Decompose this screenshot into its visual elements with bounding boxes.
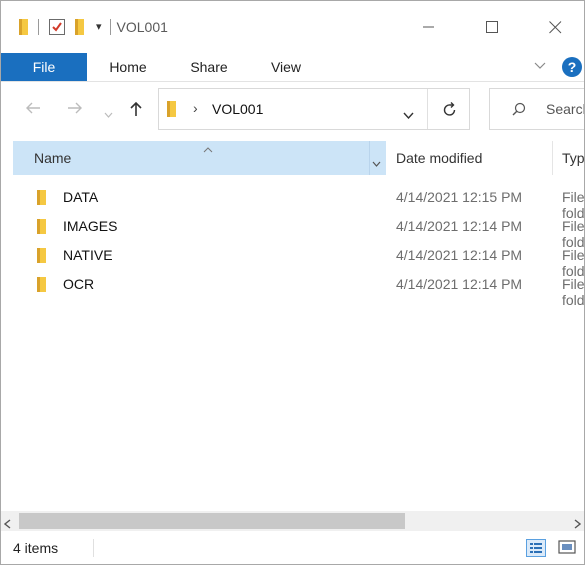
file-row-images[interactable]: IMAGES 4/14/2021 12:14 PM File folder bbox=[1, 212, 584, 250]
column-header-row: Name Date modified Type bbox=[1, 141, 584, 175]
large-icons-view-button[interactable] bbox=[557, 539, 579, 557]
search-placeholder: Search VOL001 bbox=[546, 101, 584, 117]
back-button[interactable] bbox=[25, 101, 41, 120]
properties-check-icon[interactable] bbox=[49, 19, 65, 35]
file-row-data[interactable]: DATA 4/14/2021 12:15 PM File folder bbox=[1, 183, 584, 221]
file-row-ocr[interactable]: OCR 4/14/2021 12:14 PM File folder bbox=[1, 270, 584, 308]
item-count: 4 items bbox=[13, 540, 59, 556]
chevron-down-icon bbox=[104, 112, 113, 118]
file-type: File folder bbox=[562, 276, 585, 308]
details-view-button[interactable] bbox=[526, 539, 546, 557]
tab-home[interactable]: Home bbox=[99, 53, 157, 81]
address-divider bbox=[427, 89, 428, 129]
column-header-date[interactable]: Date modified bbox=[396, 150, 482, 166]
status-bar: 4 items bbox=[1, 531, 584, 564]
minimize-icon bbox=[423, 26, 434, 28]
address-history-dropdown[interactable] bbox=[403, 106, 414, 124]
arrow-up-icon bbox=[130, 101, 142, 116]
arrow-left-icon bbox=[26, 102, 40, 114]
recent-locations-dropdown[interactable] bbox=[104, 105, 113, 123]
window-title: VOL001 bbox=[116, 19, 168, 35]
folder-icon bbox=[37, 190, 46, 205]
ribbon-tabs: File Home Share View ? bbox=[1, 53, 584, 82]
folder-icon bbox=[37, 219, 46, 234]
file-date: 4/14/2021 12:14 PM bbox=[396, 218, 523, 234]
sort-ascending-icon bbox=[203, 140, 213, 158]
chevron-down-icon bbox=[403, 112, 414, 120]
column-header-name-label: Name bbox=[34, 150, 72, 166]
refresh-icon bbox=[443, 102, 456, 116]
breadcrumb-separator: › bbox=[193, 100, 198, 116]
details-view-icon bbox=[530, 543, 542, 553]
maximize-button[interactable] bbox=[469, 1, 515, 53]
chevron-left-icon bbox=[3, 519, 11, 529]
file-name: DATA bbox=[63, 189, 99, 205]
file-date: 4/14/2021 12:15 PM bbox=[396, 189, 523, 205]
tab-view[interactable]: View bbox=[259, 53, 313, 81]
horizontal-scrollbar[interactable] bbox=[1, 511, 584, 531]
search-box[interactable]: Search VOL001 bbox=[489, 88, 584, 130]
tab-share[interactable]: Share bbox=[180, 53, 238, 81]
file-date: 4/14/2021 12:14 PM bbox=[396, 247, 523, 263]
customize-toolbar-dropdown[interactable]: ▾ bbox=[96, 21, 102, 33]
chevron-down-icon bbox=[372, 161, 381, 167]
large-icons-view-icon bbox=[558, 540, 576, 554]
forward-button[interactable] bbox=[67, 101, 83, 120]
minimize-button[interactable] bbox=[406, 1, 452, 53]
file-row-native[interactable]: NATIVE 4/14/2021 12:14 PM File folder bbox=[1, 241, 584, 279]
column-header-type[interactable]: Type bbox=[562, 150, 584, 166]
tab-file[interactable]: File bbox=[1, 53, 87, 81]
close-button[interactable] bbox=[532, 1, 578, 53]
column-header-name[interactable]: Name bbox=[13, 141, 386, 175]
toolbar-separator bbox=[38, 19, 39, 35]
help-icon[interactable]: ? bbox=[562, 57, 582, 77]
file-date: 4/14/2021 12:14 PM bbox=[396, 276, 523, 292]
maximize-icon bbox=[485, 20, 498, 33]
new-folder-icon[interactable] bbox=[75, 19, 84, 35]
title-separator bbox=[109, 19, 111, 35]
expand-ribbon-icon[interactable] bbox=[534, 59, 546, 73]
arrow-right-icon bbox=[68, 102, 82, 114]
search-icon bbox=[512, 102, 526, 121]
address-bar[interactable]: › VOL001 bbox=[158, 88, 470, 130]
column-divider bbox=[552, 141, 553, 175]
folder-icon bbox=[19, 19, 28, 35]
chevron-right-icon bbox=[574, 519, 582, 529]
scrollbar-thumb[interactable] bbox=[19, 513, 405, 529]
file-name: IMAGES bbox=[63, 218, 118, 234]
file-name: OCR bbox=[63, 276, 95, 292]
folder-icon bbox=[167, 101, 176, 117]
column-filter-dropdown[interactable] bbox=[372, 154, 381, 172]
explorer-window: ▾ VOL001 File Home Share View ? › VOL001… bbox=[0, 0, 585, 565]
breadcrumb-vol001[interactable]: VOL001 bbox=[212, 101, 263, 117]
folder-icon bbox=[37, 277, 46, 292]
folder-icon bbox=[37, 248, 46, 263]
close-icon bbox=[548, 20, 561, 33]
quick-access-toolbar: ▾ VOL001 bbox=[1, 1, 168, 53]
refresh-button[interactable] bbox=[443, 101, 457, 122]
status-divider bbox=[93, 539, 94, 557]
file-name: NATIVE bbox=[63, 247, 113, 263]
column-divider bbox=[369, 141, 370, 175]
title-bar: ▾ VOL001 bbox=[1, 1, 584, 53]
up-button[interactable] bbox=[129, 101, 143, 122]
